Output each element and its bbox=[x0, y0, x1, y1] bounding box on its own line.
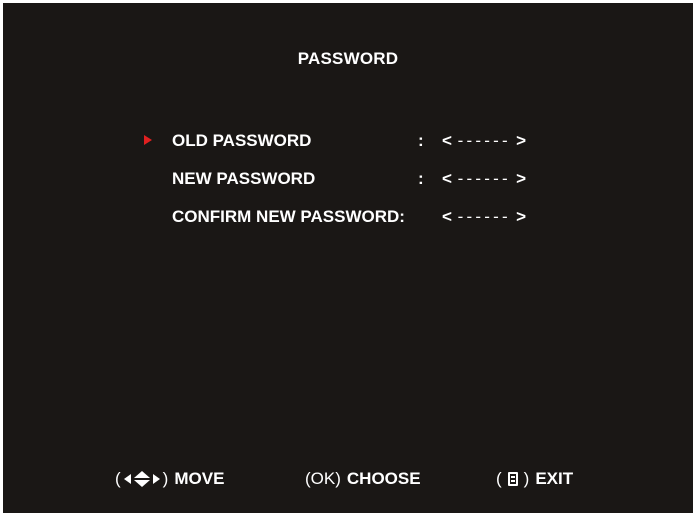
hint-exit-label: EXIT bbox=[535, 469, 574, 488]
password-value[interactable]: < ------ > bbox=[442, 169, 527, 189]
field-confirm-new-password[interactable]: CONFIRM NEW PASSWORD: < ------ > bbox=[3, 207, 693, 231]
paren-close: ) bbox=[162, 469, 169, 488]
paren-open: ( bbox=[496, 469, 502, 488]
field-colon: : bbox=[418, 131, 424, 150]
hint-move-label: MOVE bbox=[174, 469, 225, 488]
field-colon: : bbox=[418, 169, 424, 188]
selection-marker-icon bbox=[144, 135, 152, 145]
password-value[interactable]: < ------ > bbox=[442, 131, 527, 151]
value-close: > bbox=[516, 169, 527, 188]
value-open: < bbox=[442, 207, 453, 226]
hint-choose-label: CHOOSE bbox=[346, 469, 421, 488]
paren-open: ( bbox=[115, 469, 121, 488]
arrow-left-icon bbox=[123, 474, 131, 484]
arrow-right-icon bbox=[152, 474, 160, 484]
paren-close: ) bbox=[523, 469, 530, 488]
field-label: NEW PASSWORD bbox=[172, 169, 316, 188]
field-old-password[interactable]: OLD PASSWORD : < ------ > bbox=[3, 131, 693, 155]
value-close: > bbox=[516, 131, 527, 150]
value-close: > bbox=[516, 207, 527, 226]
hint-exit: ( ) EXIT bbox=[496, 469, 573, 489]
field-label: CONFIRM NEW PASSWORD: bbox=[172, 207, 405, 226]
value-mask: ------ bbox=[457, 207, 511, 226]
value-mask: ------ bbox=[457, 169, 511, 188]
hint-choose: ( OK ) CHOOSE bbox=[305, 469, 421, 489]
key-hints: ( ) MOVE ( OK ) CHOOSE ( ) EXIT bbox=[3, 469, 693, 493]
password-value[interactable]: < ------ > bbox=[442, 207, 527, 227]
hint-move: ( ) MOVE bbox=[115, 469, 224, 489]
paren-close: ) bbox=[335, 469, 341, 488]
page-title: PASSWORD bbox=[297, 49, 399, 68]
value-open: < bbox=[442, 169, 453, 188]
field-label: OLD PASSWORD bbox=[172, 131, 312, 150]
osd-screen: PASSWORD OLD PASSWORD : < ------ > NEW P… bbox=[3, 3, 693, 513]
field-new-password[interactable]: NEW PASSWORD : < ------ > bbox=[3, 169, 693, 193]
menu-icon bbox=[507, 472, 518, 486]
arrow-up-down-icon bbox=[133, 471, 150, 487]
value-open: < bbox=[442, 131, 453, 150]
value-mask: ------ bbox=[457, 131, 511, 150]
ok-key: OK bbox=[310, 469, 336, 488]
